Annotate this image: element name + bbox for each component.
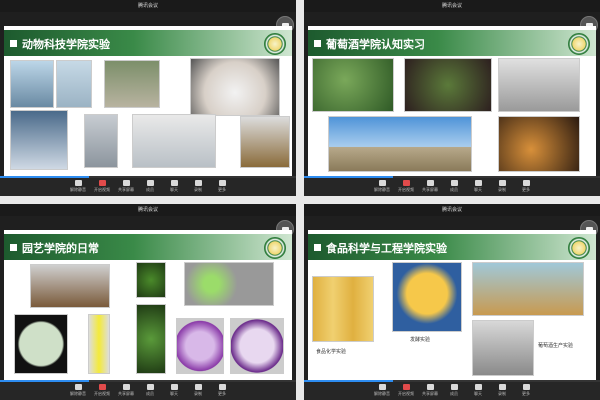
share-screen-button[interactable]: 共享屏幕 — [118, 180, 134, 193]
more-button[interactable]: 更多 — [518, 180, 534, 193]
members-button[interactable]: 成员 — [446, 384, 462, 397]
chat-button[interactable]: 聊天 — [470, 384, 486, 397]
photo-caption: 葡萄酒生产实验 — [538, 343, 574, 349]
lab-photo — [190, 58, 280, 116]
lab-photo — [104, 60, 160, 108]
university-emblem-icon — [264, 237, 286, 259]
video-pane-3[interactable]: 腾讯会议 园艺学院的日常 解除静音 开启视频 共享屏幕 成员 聊天 录制 更多 — [0, 204, 296, 400]
video-button[interactable]: 开启视频 — [94, 384, 110, 397]
lab-photo — [56, 60, 92, 108]
mic-button[interactable]: 解除静音 — [374, 384, 390, 397]
stain-photo — [230, 318, 284, 374]
lab-photo — [10, 110, 68, 170]
slide-banner: 食品科学与工程学院实验 — [308, 234, 596, 260]
slide-title: 园艺学院的日常 — [22, 242, 99, 255]
mic-button[interactable]: 解除静音 — [374, 180, 390, 193]
share-screen-button[interactable]: 共享屏幕 — [422, 180, 438, 193]
shared-slide: 食品科学与工程学院实验 食品化学实验 发酵实验 葡萄酒生产实验 — [308, 230, 596, 380]
video-pane-1[interactable]: 腾讯会议 动物科技学院实验 解除静音 开启视频 共享屏幕 成员 聊天 录制 更多 — [0, 0, 296, 196]
meeting-toolbar: 解除静音 开启视频 共享屏幕 成员 聊天 录制 更多 — [0, 382, 296, 400]
campus-photo — [328, 116, 472, 172]
slide-title: 食品科学与工程学院实验 — [326, 242, 447, 255]
seedling-photo — [136, 304, 166, 374]
meeting-toolbar: 解除静音 开启视频 共享屏幕 成员 聊天 录制 更多 — [304, 382, 600, 400]
window-titlebar: 腾讯会议 — [0, 204, 296, 216]
production-photo — [472, 262, 584, 316]
members-button[interactable]: 成员 — [446, 180, 462, 193]
bullet-icon — [10, 244, 17, 251]
vineyard-photo — [404, 58, 492, 112]
record-button[interactable]: 录制 — [494, 384, 510, 397]
plant-photo — [184, 262, 274, 306]
lab-photo — [240, 116, 290, 168]
more-button[interactable]: 更多 — [214, 180, 230, 193]
university-emblem-icon — [568, 237, 590, 259]
bullet-icon — [314, 244, 321, 251]
share-screen-button[interactable]: 共享屏幕 — [118, 384, 134, 397]
photo-caption: 发酵实验 — [410, 337, 431, 343]
window-titlebar: 腾讯会议 — [304, 0, 600, 12]
bullet-icon — [314, 40, 321, 47]
members-button[interactable]: 成员 — [142, 384, 158, 397]
lab-photo — [84, 114, 118, 168]
university-emblem-icon — [264, 33, 286, 55]
microscope-photo — [14, 314, 68, 374]
culture-tubes-photo — [312, 276, 374, 342]
mic-button[interactable]: 解除静音 — [70, 180, 86, 193]
video-button[interactable]: 开启视频 — [398, 180, 414, 193]
photo-caption: 食品化学实验 — [316, 349, 347, 355]
greenhouse-photo — [30, 264, 110, 308]
slide-banner: 葡萄酒学院认知实习 — [308, 30, 596, 56]
test-tube-photo — [88, 314, 110, 374]
bullet-icon — [10, 40, 17, 47]
lab-photo — [132, 114, 216, 168]
window-title: 腾讯会议 — [137, 3, 158, 9]
record-button[interactable]: 录制 — [190, 180, 206, 193]
members-button[interactable]: 成员 — [142, 180, 158, 193]
video-pane-2[interactable]: 腾讯会议 葡萄酒学院认知实习 解除静音 开启视频 共享屏幕 成员 聊天 录制 更… — [304, 0, 600, 196]
fermentation-photo — [392, 262, 462, 332]
winery-photo — [498, 58, 580, 112]
video-button[interactable]: 开启视频 — [94, 180, 110, 193]
shared-slide: 园艺学院的日常 — [4, 230, 292, 380]
chat-button[interactable]: 聊天 — [166, 180, 182, 193]
more-button[interactable]: 更多 — [214, 384, 230, 397]
winery-photo — [498, 116, 580, 172]
slide-banner: 园艺学院的日常 — [4, 234, 292, 260]
lab-photo — [472, 320, 534, 376]
window-title: 腾讯会议 — [137, 207, 158, 213]
window-titlebar: 腾讯会议 — [0, 0, 296, 12]
window-titlebar: 腾讯会议 — [304, 204, 600, 216]
video-pane-4[interactable]: 腾讯会议 食品科学与工程学院实验 食品化学实验 发酵实验 葡萄酒生产实验 解除静… — [304, 204, 600, 400]
mic-button[interactable]: 解除静音 — [70, 384, 86, 397]
meeting-toolbar: 解除静音 开启视频 共享屏幕 成员 聊天 录制 更多 — [0, 178, 296, 196]
chat-button[interactable]: 聊天 — [166, 384, 182, 397]
share-screen-button[interactable]: 共享屏幕 — [422, 384, 438, 397]
window-title: 腾讯会议 — [441, 3, 462, 9]
shared-slide: 葡萄酒学院认知实习 — [308, 26, 596, 176]
more-button[interactable]: 更多 — [518, 384, 534, 397]
stain-photo — [176, 318, 224, 374]
university-emblem-icon — [568, 33, 590, 55]
slide-title: 动物科技学院实验 — [22, 38, 110, 51]
seedling-photo — [136, 262, 166, 298]
video-button[interactable]: 开启视频 — [398, 384, 414, 397]
lab-photo — [10, 60, 54, 108]
record-button[interactable]: 录制 — [494, 180, 510, 193]
meeting-toolbar: 解除静音 开启视频 共享屏幕 成员 聊天 录制 更多 — [304, 178, 600, 196]
chat-button[interactable]: 聊天 — [470, 180, 486, 193]
vineyard-photo — [312, 58, 394, 112]
shared-slide: 动物科技学院实验 — [4, 26, 292, 176]
slide-banner: 动物科技学院实验 — [4, 30, 292, 56]
meeting-grid: 腾讯会议 动物科技学院实验 解除静音 开启视频 共享屏幕 成员 聊天 录制 更多… — [0, 0, 600, 400]
record-button[interactable]: 录制 — [190, 384, 206, 397]
slide-title: 葡萄酒学院认知实习 — [326, 38, 425, 51]
window-title: 腾讯会议 — [441, 207, 462, 213]
